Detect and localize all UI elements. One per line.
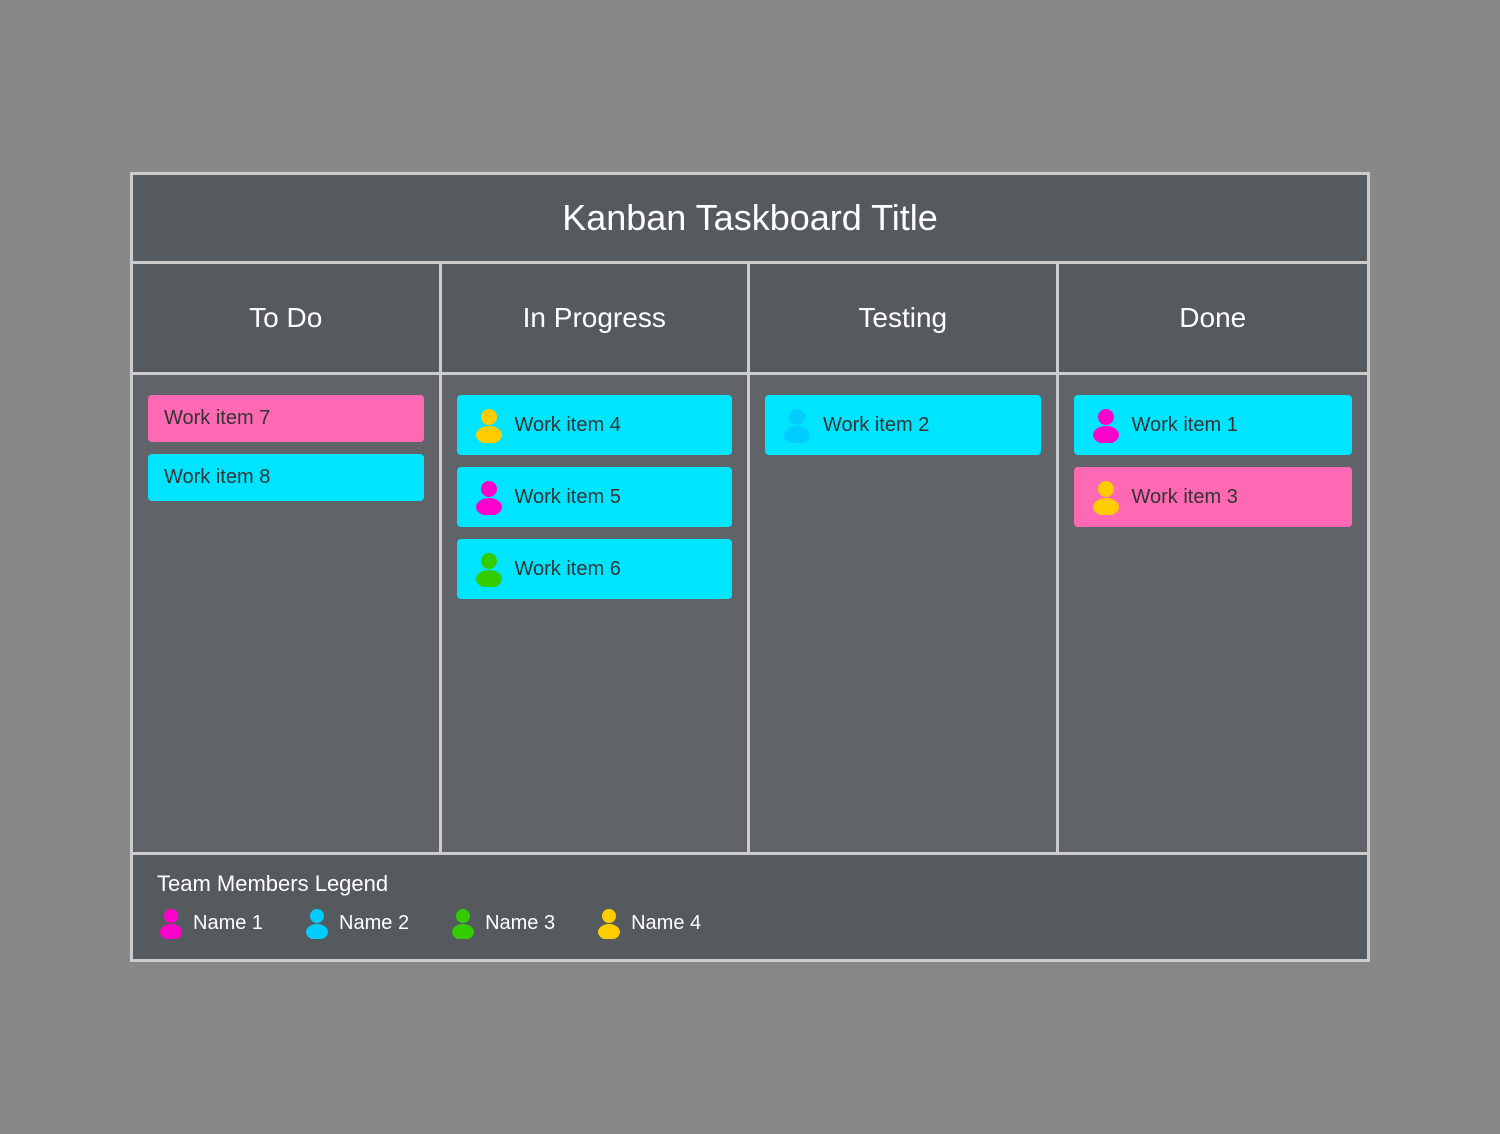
card-item8[interactable]: Work item 8 bbox=[148, 454, 424, 501]
legend-section: Team Members Legend Name 1 Name 2 bbox=[133, 855, 1367, 959]
assignee-icon-item2 bbox=[781, 407, 813, 443]
card-item2[interactable]: Work item 2 bbox=[765, 395, 1041, 455]
col-done: Work item 1 Work item 3 bbox=[1059, 375, 1368, 852]
card-item5[interactable]: Work item 5 bbox=[457, 467, 733, 527]
columns-header: To Do In Progress Testing Done bbox=[133, 264, 1367, 375]
col-header-inprogress: In Progress bbox=[442, 264, 751, 372]
assignee-icon-item1 bbox=[1090, 407, 1122, 443]
card-item6-label: Work item 6 bbox=[515, 558, 621, 581]
legend-label-name4: Name 4 bbox=[631, 912, 701, 935]
kanban-board: Kanban Taskboard Title To Do In Progress… bbox=[130, 172, 1370, 962]
legend-label-name2: Name 2 bbox=[339, 912, 409, 935]
card-item1[interactable]: Work item 1 bbox=[1074, 395, 1353, 455]
card-item3[interactable]: Work item 3 bbox=[1074, 467, 1353, 527]
card-item4-label: Work item 4 bbox=[515, 414, 621, 437]
assignee-icon-item3 bbox=[1090, 479, 1122, 515]
card-item1-label: Work item 1 bbox=[1132, 414, 1238, 437]
col-header-done: Done bbox=[1059, 264, 1368, 372]
card-item2-label: Work item 2 bbox=[823, 414, 929, 437]
legend-name1: Name 1 bbox=[157, 907, 263, 939]
card-item6[interactable]: Work item 6 bbox=[457, 539, 733, 599]
card-item3-label: Work item 3 bbox=[1132, 486, 1238, 509]
col-header-todo: To Do bbox=[133, 264, 442, 372]
assignee-icon-item6 bbox=[473, 551, 505, 587]
legend-icon-name2 bbox=[303, 907, 331, 939]
legend-icon-name3 bbox=[449, 907, 477, 939]
assignee-icon-item5 bbox=[473, 479, 505, 515]
assignee-icon-item4 bbox=[473, 407, 505, 443]
legend-label-name1: Name 1 bbox=[193, 912, 263, 935]
legend-icon-name4 bbox=[595, 907, 623, 939]
col-todo: Work item 7 Work item 8 bbox=[133, 375, 442, 852]
col-inprogress: Work item 4 Work item 5 Work item 6 bbox=[442, 375, 751, 852]
card-item8-label: Work item 8 bbox=[164, 466, 270, 489]
legend-label-name3: Name 3 bbox=[485, 912, 555, 935]
card-item7[interactable]: Work item 7 bbox=[148, 395, 424, 442]
col-testing: Work item 2 bbox=[750, 375, 1059, 852]
card-item7-label: Work item 7 bbox=[164, 407, 270, 430]
legend-title: Team Members Legend bbox=[157, 871, 1343, 897]
legend-items: Name 1 Name 2 Name 3 bbox=[157, 907, 1343, 939]
legend-name4: Name 4 bbox=[595, 907, 701, 939]
legend-icon-name1 bbox=[157, 907, 185, 939]
card-item5-label: Work item 5 bbox=[515, 486, 621, 509]
legend-name3: Name 3 bbox=[449, 907, 555, 939]
board-title: Kanban Taskboard Title bbox=[133, 175, 1367, 264]
card-item4[interactable]: Work item 4 bbox=[457, 395, 733, 455]
columns-body: Work item 7 Work item 8 Work item 4 Wo bbox=[133, 375, 1367, 855]
col-header-testing: Testing bbox=[750, 264, 1059, 372]
legend-name2: Name 2 bbox=[303, 907, 409, 939]
